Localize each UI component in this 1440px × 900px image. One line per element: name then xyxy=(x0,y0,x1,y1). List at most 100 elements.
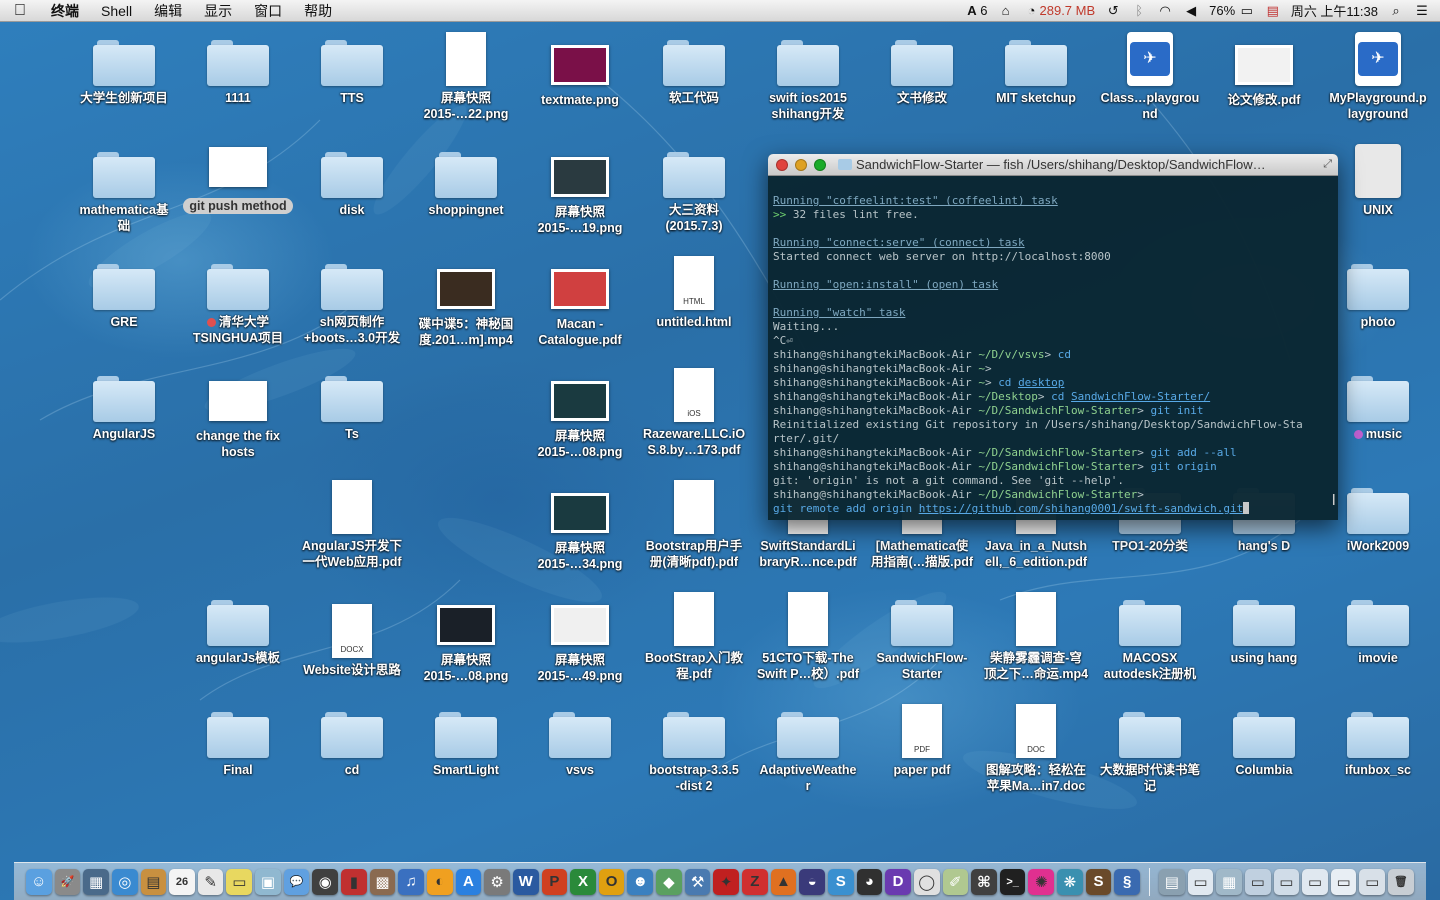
desktop-icon[interactable]: imovie xyxy=(1321,598,1435,666)
desktop-icon[interactable]: sh网页制作 +boots…3.0开发 xyxy=(295,262,409,346)
spotlight-search-icon[interactable]: ⌕ xyxy=(1388,3,1404,18)
desktop-icon[interactable]: cd xyxy=(295,710,409,778)
desktop-icon[interactable]: AdaptiveWeathe r xyxy=(751,710,865,794)
dock-stack-3-icon[interactable]: ▦ xyxy=(1216,868,1242,895)
desktop-icon[interactable]: GRE xyxy=(67,262,181,330)
desktop-icon[interactable]: PDF paper pdf xyxy=(865,704,979,778)
bluetooth-icon[interactable]: ᛒ xyxy=(1131,3,1147,18)
dock-sublime-icon[interactable]: S xyxy=(827,868,854,895)
desktop-icon[interactable]: photo xyxy=(1321,262,1435,330)
desktop-icon[interactable]: 屏幕快照 2015-…08.png xyxy=(523,374,637,460)
desktop-icon[interactable]: DOC 图解攻略：轻松在 苹果Ma…in7.doc xyxy=(979,704,1093,794)
desktop-icon[interactable]: music xyxy=(1321,374,1435,442)
dock-terminal-icon[interactable]: >_ xyxy=(999,868,1026,895)
desktop-icon[interactable]: TTS xyxy=(295,38,409,106)
desktop-icon[interactable]: 屏幕快照 2015-…22.png xyxy=(409,32,523,122)
volume-icon[interactable]: ◀ xyxy=(1183,3,1199,18)
desktop-icon[interactable]: AngularJS xyxy=(67,374,181,442)
bank-icon[interactable]: ⌂ xyxy=(998,3,1014,18)
app-menu[interactable]: 终端 xyxy=(40,1,90,21)
menu-window[interactable]: 窗口 xyxy=(243,1,293,21)
desktop-icon[interactable]: 清华大学 TSINGHUA项目 xyxy=(181,262,295,346)
menu-help[interactable]: 帮助 xyxy=(293,1,343,21)
close-button[interactable] xyxy=(776,158,788,171)
desktop-icon[interactable]: ifunbox_sc xyxy=(1321,710,1435,778)
desktop-icon[interactable]: 软工代码 xyxy=(637,38,751,106)
desktop-icon[interactable]: disk xyxy=(295,150,409,218)
desktop-icon[interactable]: Bootstrap用户手 册(清晰pdf).pdf xyxy=(637,480,751,570)
dock-feather-icon[interactable]: ✐ xyxy=(942,868,969,895)
dock-preview-icon[interactable]: ▣ xyxy=(255,868,281,895)
dock-trash-icon[interactable]: 🗑 xyxy=(1388,868,1414,895)
dock-stack-5-icon[interactable]: ▭ xyxy=(1273,868,1300,895)
dock-github-icon[interactable]: ◕ xyxy=(856,868,883,895)
desktop-icon[interactable]: iOS Razeware.LLC.iO S.8.by…173.pdf xyxy=(637,368,751,458)
dock-books-icon[interactable]: ▤ xyxy=(140,868,167,895)
desktop-icon[interactable]: 屏幕快照 2015-…49.png xyxy=(523,598,637,684)
dock-colorsync-icon[interactable]: ◆ xyxy=(656,868,682,895)
desktop-icon[interactable]: MIT sketchup xyxy=(979,38,1093,106)
desktop-icon[interactable]: Macan - Catalogue.pdf xyxy=(523,262,637,348)
dock-mission-control-icon[interactable]: ▦ xyxy=(83,868,109,895)
desktop-icon[interactable]: Ts xyxy=(295,374,409,442)
dock-calendar-icon[interactable]: 26 xyxy=(169,868,195,895)
menu-edit[interactable]: 编辑 xyxy=(143,1,193,21)
desktop-icon[interactable]: 文书修改 xyxy=(865,38,979,106)
desktop-icon[interactable]: DOCX Website设计思路 xyxy=(295,604,409,678)
dock-stack-2-icon[interactable]: ▭ xyxy=(1187,868,1214,895)
desktop-icon[interactable]: using hang xyxy=(1207,598,1321,666)
desktop-icon[interactable]: git push method xyxy=(181,140,295,215)
desktop-icon[interactable]: 论文修改.pdf xyxy=(1207,38,1321,108)
apple-menu-icon[interactable]:  xyxy=(0,2,40,20)
dock-dash-icon[interactable]: D xyxy=(885,868,911,895)
dock-launchpad-icon[interactable]: 🚀 xyxy=(54,868,81,895)
desktop-icon[interactable]: 大数据时代读书笔 记 xyxy=(1093,710,1207,794)
terminal-output[interactable]: Running "coffeelint:test" (coffeelint) t… xyxy=(768,176,1338,516)
dock-powerpoint-icon[interactable]: P xyxy=(541,868,568,895)
dock-sketch-icon[interactable]: S xyxy=(1085,868,1112,895)
desktop-icon[interactable]: HTML untitled.html xyxy=(637,256,751,330)
dock-eclipse-icon[interactable]: ◒ xyxy=(799,868,825,895)
dock-stack-7-icon[interactable]: ▭ xyxy=(1330,868,1357,895)
menu-view[interactable]: 显示 xyxy=(193,1,243,21)
desktop-icon[interactable]: change the fix hosts xyxy=(181,374,295,460)
desktop-icon[interactable]: shoppingnet xyxy=(409,150,523,218)
dock-acrobat-icon[interactable]: ✦ xyxy=(713,868,740,895)
terminal-window[interactable]: SandwichFlow-Starter — fish /Users/shiha… xyxy=(768,154,1338,520)
dock-ibooks-icon[interactable]: ◐ xyxy=(426,868,453,895)
terminal-text[interactable]: https://github.com/shihang0001/swift-san… xyxy=(919,502,1244,515)
memory-monitor[interactable]: ◔ 289.7 MB xyxy=(1024,3,1096,18)
zoom-button[interactable] xyxy=(814,158,826,171)
desktop-icon[interactable]: bootstrap-3.3.5 -dist 2 xyxy=(637,710,751,794)
desktop-icon[interactable]: 屏幕快照 2015-…34.png xyxy=(523,486,637,572)
flag-icon[interactable]: ▤ xyxy=(1265,3,1281,18)
notification-center-icon[interactable]: ☰ xyxy=(1414,3,1430,18)
desktop-icon[interactable]: 1111 xyxy=(181,38,295,106)
dock-system-preferences-icon[interactable]: ⚙ xyxy=(484,868,510,895)
dock-xcode-icon[interactable]: ⚒ xyxy=(684,868,711,895)
desktop-icon[interactable]: SandwichFlow- Starter xyxy=(865,598,979,682)
dock-photo-booth-icon[interactable]: ▮ xyxy=(341,868,367,895)
desktop-icon[interactable]: 51CTO下载-The Swift P…校）.pdf xyxy=(751,592,865,682)
dock-finder-icon[interactable]: ☺ xyxy=(26,868,52,895)
dock-app-store-icon[interactable]: A xyxy=(455,868,482,895)
desktop-icon[interactable]: Columbia xyxy=(1207,710,1321,778)
terminal-text[interactable]: SandwichFlow-Starter/ xyxy=(1071,390,1210,403)
dock-safari-icon[interactable]: ◎ xyxy=(111,868,138,895)
input-method-icon[interactable]: A 6 xyxy=(967,3,987,18)
dock-stack-4-icon[interactable]: ▭ xyxy=(1244,868,1271,895)
dock-iphoto-icon[interactable]: ▩ xyxy=(369,868,396,895)
dock-stack-1-icon[interactable]: ▤ xyxy=(1158,868,1185,895)
menu-shell[interactable]: Shell xyxy=(90,3,143,19)
desktop-icon[interactable]: angularJs模板 xyxy=(181,598,295,666)
wifi-icon[interactable]: ◠ xyxy=(1157,3,1173,18)
desktop-icon[interactable]: 大三资料 (2015.7.3) xyxy=(637,150,751,234)
dock-script-icon[interactable]: § xyxy=(1114,868,1140,895)
desktop-icon[interactable]: 碟中谍5：神秘国 度.201…m].mp4 xyxy=(409,262,523,348)
desktop-icon[interactable]: 大学生创新项目 xyxy=(67,38,181,106)
desktop-icon[interactable]: mathematica基 础 xyxy=(67,150,181,234)
desktop-icon[interactable]: 屏幕快照 2015-…19.png xyxy=(523,150,637,236)
clock[interactable]: 周六 上午11:38 xyxy=(1291,1,1378,20)
desktop-icon[interactable]: vsvs xyxy=(523,710,637,778)
dock-vlc-icon[interactable]: ▲ xyxy=(770,868,797,895)
